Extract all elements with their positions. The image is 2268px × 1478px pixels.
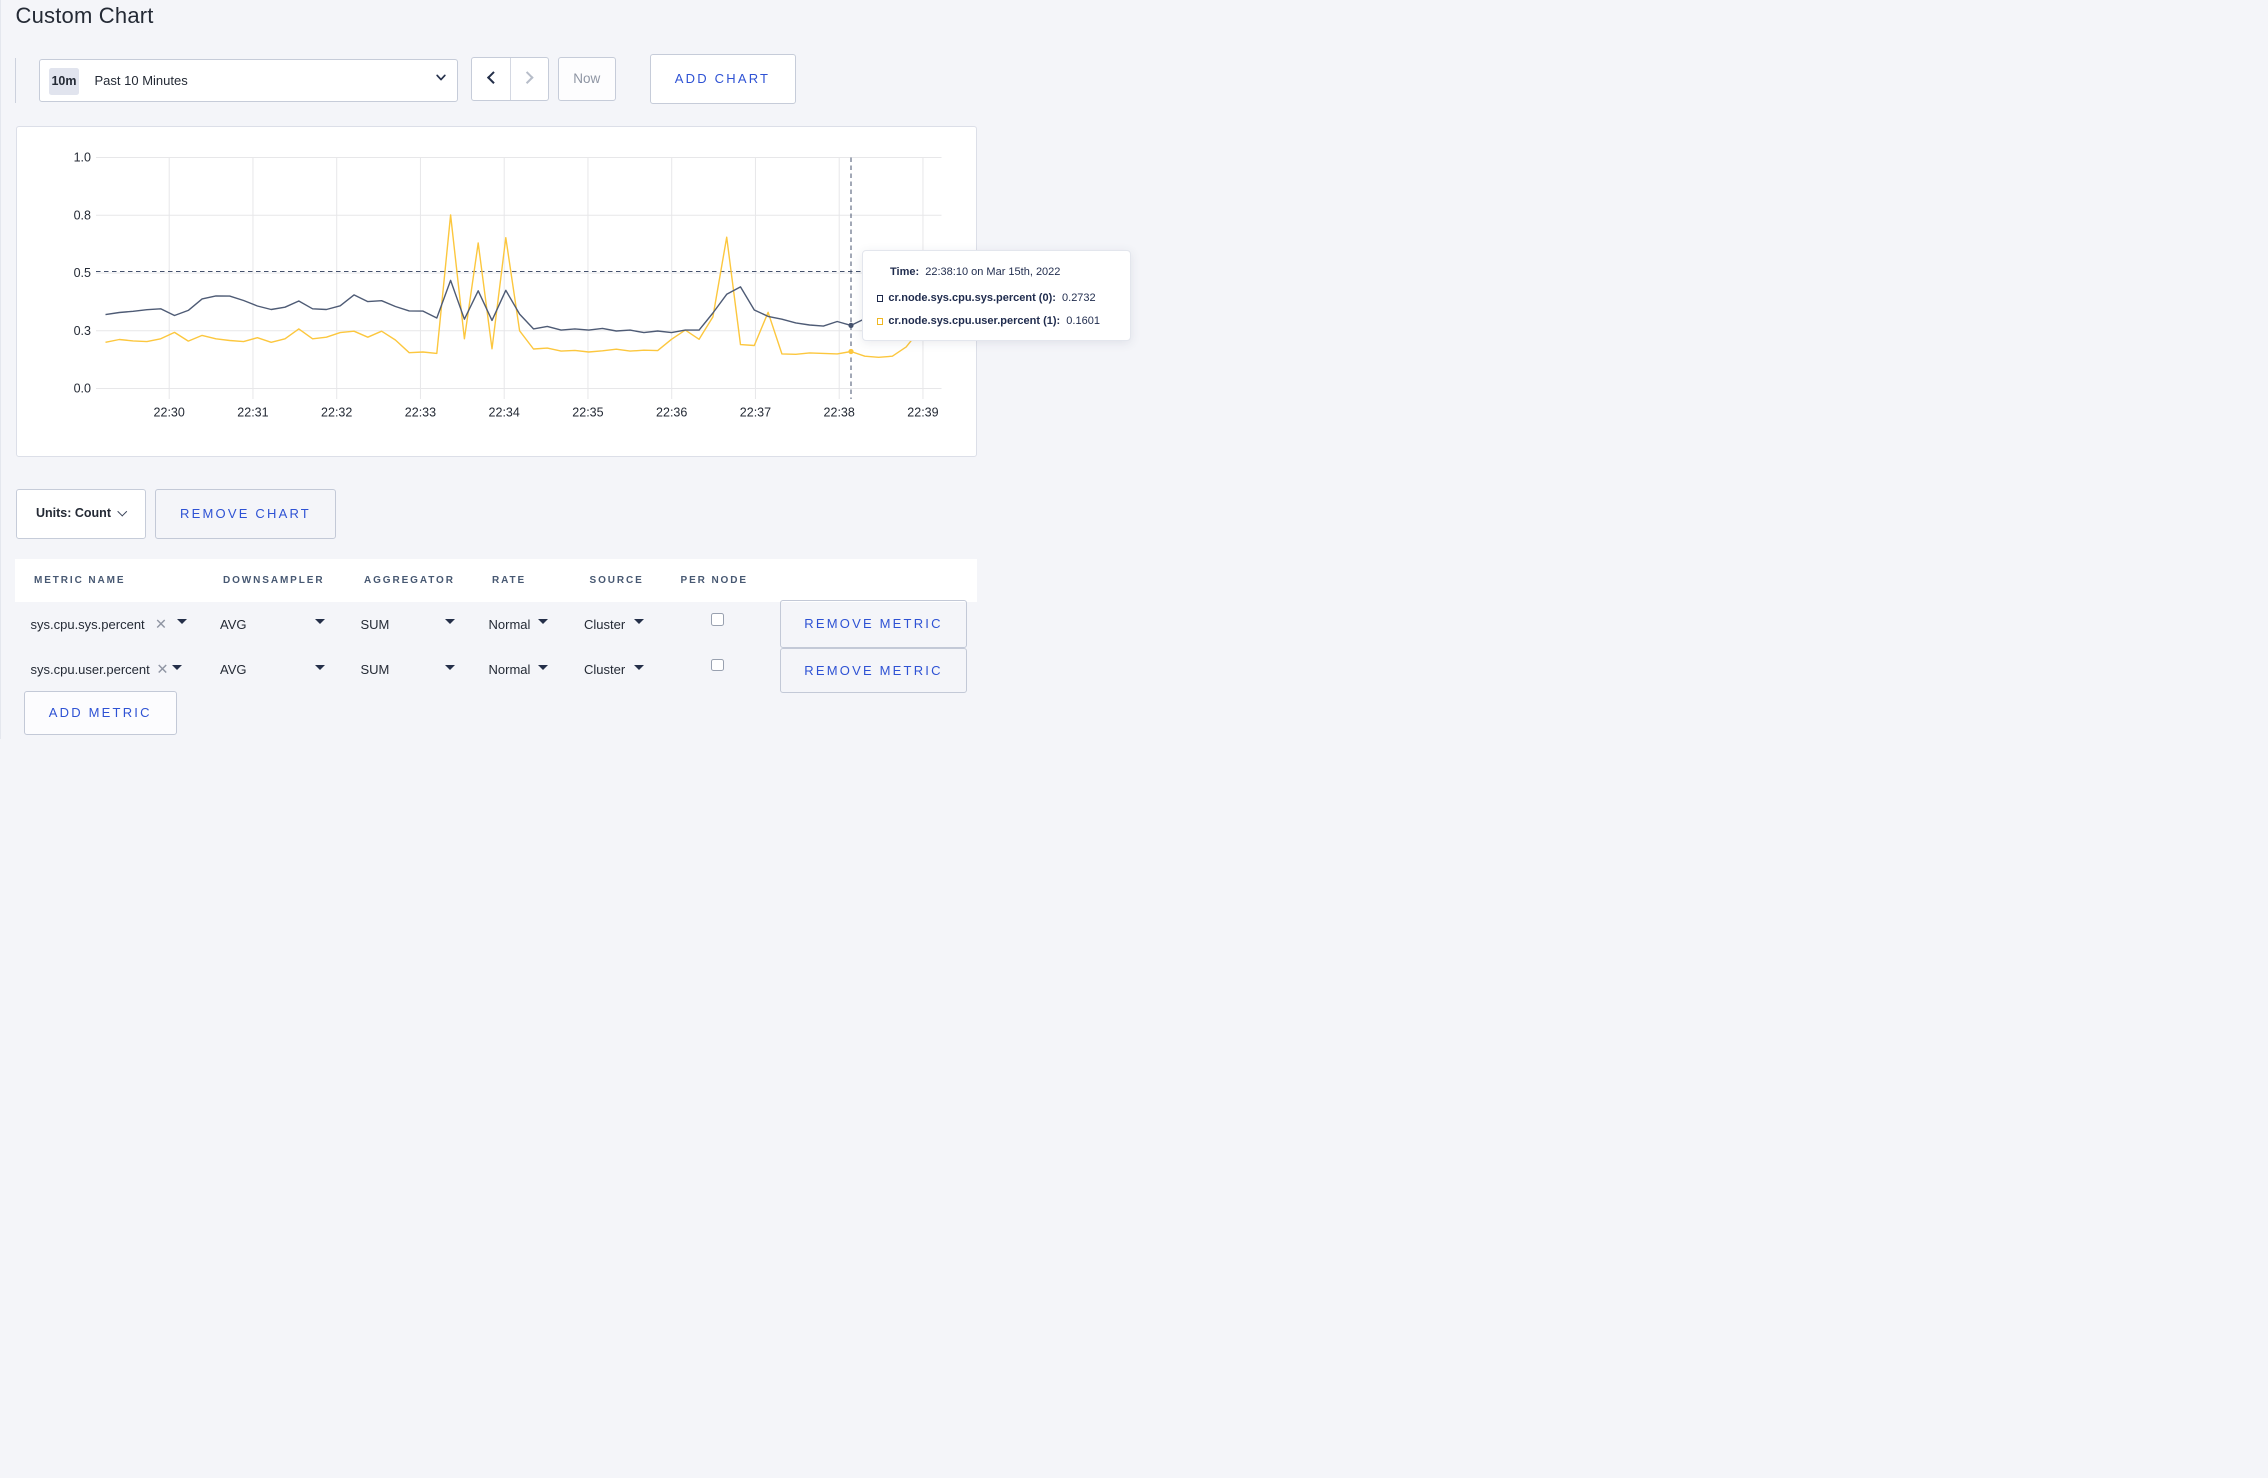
svg-text:22:35: 22:35 [572,406,603,420]
svg-text:22:38: 22:38 [824,406,855,420]
svg-text:22:39: 22:39 [907,406,938,420]
svg-text:22:37: 22:37 [740,406,771,420]
svg-text:0.5: 0.5 [74,266,91,280]
svg-text:22:30: 22:30 [154,406,185,420]
svg-text:0.8: 0.8 [74,208,91,222]
svg-text:22:31: 22:31 [237,406,268,420]
svg-text:22:36: 22:36 [656,406,687,420]
svg-text:22:33: 22:33 [405,406,436,420]
svg-text:0.3: 0.3 [74,324,91,338]
svg-text:1.0: 1.0 [74,151,91,165]
svg-text:22:32: 22:32 [321,406,352,420]
svg-text:0.0: 0.0 [74,382,91,396]
svg-text:22:34: 22:34 [489,406,520,420]
